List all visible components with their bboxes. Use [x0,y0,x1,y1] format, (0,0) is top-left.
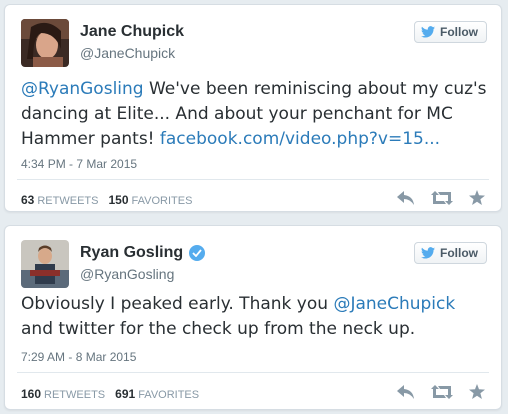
mention-link[interactable]: @JaneChupick [333,294,455,314]
tweet-body: and twitter for the check up from the ne… [21,319,416,339]
retweet-icon[interactable] [431,190,453,205]
verified-badge-icon [189,245,206,261]
user-handle[interactable]: @JaneChupick [80,45,175,61]
favorites-label: FAVORITES [131,195,193,207]
reply-icon[interactable] [397,190,415,205]
divider [17,179,489,180]
tweet-text: @RyanGosling We've been reminiscing abou… [21,77,487,152]
retweets-label: RETWEETS [44,389,106,401]
divider [17,372,489,373]
user-handle[interactable]: @RyanGosling [80,266,174,282]
reply-icon[interactable] [397,384,415,399]
favorite-count-stat[interactable]: 691 FAVORITES [115,387,199,401]
favorite-count: 691 [115,387,136,401]
tweet-stats: 63 RETWEETS 150 FAVORITES [21,193,192,207]
timestamp[interactable]: 4:34 PM - 7 Mar 2015 [21,157,137,171]
favorite-count-stat[interactable]: 150 FAVORITES [108,193,192,207]
avatar[interactable] [21,240,69,288]
tweet-stats: 160 RETWEETS 691 FAVORITES [21,387,199,401]
mention-link[interactable]: @RyanGosling [21,79,144,99]
follow-label: Follow [440,246,478,260]
follow-button[interactable]: Follow [414,21,487,43]
tweet-card: Jane Chupick @JaneChupick Follow @RyanGo… [4,4,502,212]
retweet-count-stat[interactable]: 63 RETWEETS [21,193,98,207]
retweet-icon[interactable] [431,384,453,399]
follow-button[interactable]: Follow [414,242,487,264]
timestamp[interactable]: 7:29 AM - 8 Mar 2015 [21,350,136,364]
star-icon[interactable] [469,384,485,399]
star-icon[interactable] [469,190,485,205]
retweet-count: 63 [21,193,35,207]
favorites-label: FAVORITES [138,389,200,401]
tweet-body: Obviously I peaked early. Thank you [21,294,334,314]
retweet-count: 160 [21,387,42,401]
url-link[interactable]: facebook.com/video.php?v=15... [160,129,440,149]
user-name[interactable]: Ryan Gosling [80,244,183,262]
tweet-actions [397,190,485,205]
tweet-text: Obviously I peaked early. Thank you @Jan… [21,292,487,342]
twitter-bird-icon [421,247,435,259]
twitter-bird-icon [421,26,435,38]
retweets-label: RETWEETS [37,195,99,207]
avatar[interactable] [21,19,69,67]
follow-label: Follow [440,25,478,39]
favorite-count: 150 [108,193,129,207]
retweet-count-stat[interactable]: 160 RETWEETS [21,387,105,401]
tweet-card: Ryan Gosling @RyanGosling Follow Obvious… [4,225,502,410]
tweet-actions [397,384,485,399]
user-name[interactable]: Jane Chupick [80,23,184,41]
